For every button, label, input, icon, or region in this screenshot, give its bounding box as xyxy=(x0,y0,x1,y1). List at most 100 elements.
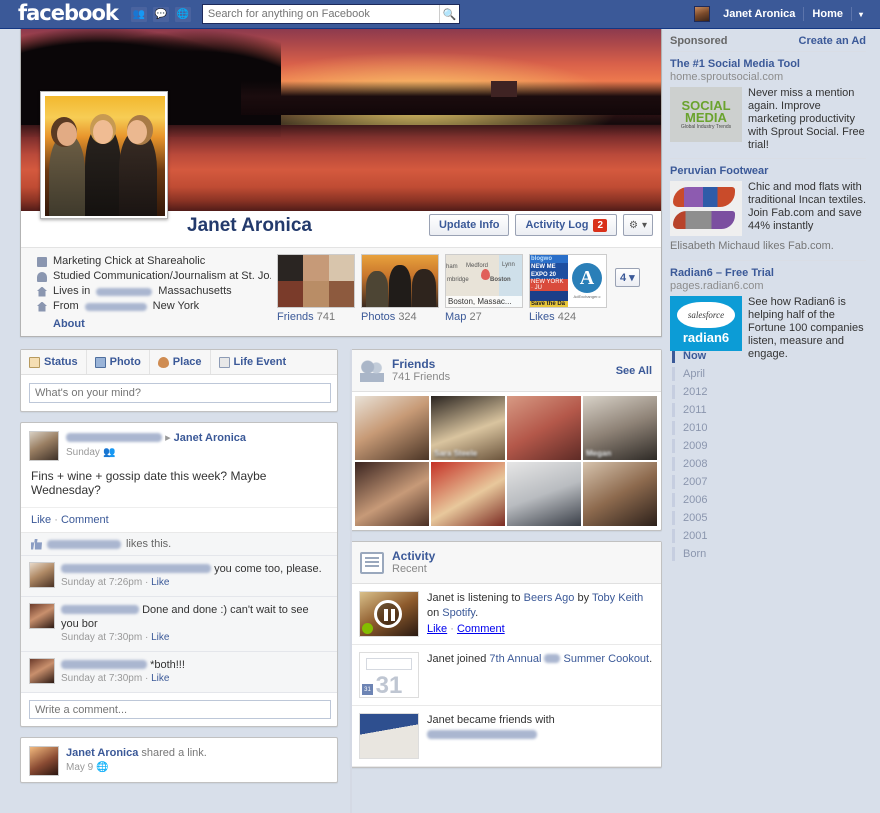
search-icon[interactable]: 🔍 xyxy=(439,5,459,23)
friend-requests-icon[interactable]: 👥 xyxy=(130,6,148,23)
composer-tab-life-event[interactable]: Life Event xyxy=(211,350,295,374)
album-art[interactable] xyxy=(359,591,419,637)
avatar[interactable] xyxy=(29,746,59,776)
avatar[interactable] xyxy=(29,603,55,629)
tile-friends[interactable]: Friends 741 xyxy=(277,254,355,323)
year-nav-2007[interactable]: 2007 xyxy=(672,473,758,491)
comment-meta: Sunday at 7:30pm · Like xyxy=(61,672,329,686)
year-nav-2001[interactable]: 2001 xyxy=(672,527,758,545)
ad-image[interactable] xyxy=(670,181,742,236)
event-link-tail[interactable]: Summer Cookout xyxy=(564,653,650,665)
activity-comment-button[interactable]: Comment xyxy=(457,623,505,635)
year-nav-2010[interactable]: 2010 xyxy=(672,419,758,437)
post-target-name[interactable]: Janet Aronica xyxy=(174,432,246,444)
profile-header-card: Janet Aronica Update Info Activity Log 2… xyxy=(20,29,662,337)
post-like-button[interactable]: Like xyxy=(31,514,51,526)
friend-cell[interactable] xyxy=(355,462,429,526)
spotify-app-link[interactable]: Spotify xyxy=(442,607,475,619)
ad-item[interactable]: Radian6 – Free Trial pages.radian6.com s… xyxy=(670,260,866,367)
friend-cell[interactable] xyxy=(507,396,581,460)
friend-cell[interactable]: Megan xyxy=(583,396,657,460)
year-nav-2006[interactable]: 2006 xyxy=(672,491,758,509)
timeline-spine xyxy=(350,349,352,813)
salesforce-logo: salesforce xyxy=(677,302,735,328)
friends-box-title[interactable]: Friends xyxy=(392,357,450,371)
ad-item[interactable]: Peruvian Footwear Chic and mod flats wit… xyxy=(670,158,866,260)
tile-map[interactable]: Medford Lynn Boston mbridge ham Boston, … xyxy=(445,254,523,323)
likes-ad-left: blogwo NEW ME EXPO 20 NEW YORK · JU Save… xyxy=(530,255,568,307)
comment-like-button[interactable]: Like xyxy=(151,577,169,588)
profile-name-link[interactable]: Janet Aronica xyxy=(715,8,803,20)
write-comment-input[interactable] xyxy=(29,700,331,719)
ad-title[interactable]: Radian6 – Free Trial xyxy=(670,266,866,280)
messages-icon[interactable]: 💬 xyxy=(152,6,170,23)
avatar[interactable] xyxy=(29,431,59,461)
ad-image-text-media: MEDIA xyxy=(685,112,727,124)
update-info-button[interactable]: Update Info xyxy=(429,214,510,236)
year-nav-born[interactable]: Born xyxy=(672,545,758,563)
artist-link[interactable]: Toby Keith xyxy=(592,592,643,604)
post-comment-button[interactable]: Comment xyxy=(61,514,109,526)
composer-tab-status[interactable]: Status xyxy=(21,350,87,374)
timeline-year-nav: Now April 2012 2011 2010 2009 2008 2007 xyxy=(672,347,758,563)
ad-image[interactable]: salesforce radian6 xyxy=(670,296,742,351)
tile-likes[interactable]: blogwo NEW ME EXPO 20 NEW YORK · JU Save… xyxy=(529,254,607,323)
song-link[interactable]: Beers Ago xyxy=(524,592,575,604)
profile-name-row: Janet Aronica Update Info Activity Log 2… xyxy=(21,211,661,247)
friend-cell[interactable] xyxy=(431,462,505,526)
comment-like-button[interactable]: Like xyxy=(151,632,169,643)
activity-log-button[interactable]: Activity Log 2 xyxy=(515,214,617,236)
friend-cell[interactable] xyxy=(507,462,581,526)
post-timestamp[interactable]: Sunday xyxy=(66,447,100,458)
composer-tab-place[interactable]: Place xyxy=(150,350,211,374)
friend-cell[interactable] xyxy=(355,396,429,460)
year-nav-2008[interactable]: 2008 xyxy=(672,455,758,473)
home-link[interactable]: Home xyxy=(804,8,851,20)
year-nav-april[interactable]: April xyxy=(672,365,758,383)
post-author-name[interactable]: Janet Aronica xyxy=(66,747,138,759)
tile-likes-caption: Likes 424 xyxy=(529,311,607,323)
pause-icon[interactable] xyxy=(374,600,402,628)
year-nav-2009[interactable]: 2009 xyxy=(672,437,758,455)
profile-picture[interactable] xyxy=(40,91,168,219)
post-timestamp[interactable]: May 9 xyxy=(66,762,93,773)
year-nav-2005[interactable]: 2005 xyxy=(672,509,758,527)
notifications-icon[interactable]: 🌐 xyxy=(174,6,192,23)
account-menu-caret-icon[interactable]: ▾ xyxy=(852,10,870,19)
comment-like-button[interactable]: Like xyxy=(151,673,169,684)
facebook-logo[interactable]: facebook xyxy=(18,1,118,25)
map-label-boston: Boston xyxy=(490,277,511,283)
ad-title[interactable]: The #1 Social Media Tool xyxy=(670,57,866,71)
comment-body: Done and done :) can't wait to see you b… xyxy=(61,603,329,645)
year-nav-2012[interactable]: 2012 xyxy=(672,383,758,401)
about-link[interactable]: About xyxy=(37,314,271,330)
composer-tab-photo[interactable]: Photo xyxy=(87,350,150,374)
user-avatar-mini[interactable] xyxy=(694,6,710,22)
activity-like-button[interactable]: Like xyxy=(427,623,447,635)
search-input[interactable] xyxy=(202,4,460,24)
tile-photos[interactable]: Photos 324 xyxy=(361,254,439,323)
create-an-ad-link[interactable]: Create an Ad xyxy=(799,35,866,47)
year-nav-2011[interactable]: 2011 xyxy=(672,401,758,419)
event-link[interactable]: 7th Annual xyxy=(489,653,541,665)
profile-picture-image xyxy=(45,96,165,216)
status-input[interactable] xyxy=(29,383,331,403)
ad-image[interactable]: SOCIAL MEDIA Global Industry Trends xyxy=(670,87,742,142)
friends-see-all-link[interactable]: See All xyxy=(616,365,652,377)
settings-button[interactable]: ⚙ ▾ xyxy=(623,214,653,236)
year-label: 2012 xyxy=(683,386,707,398)
composer-tabs: Status Photo Place Life Event xyxy=(21,350,337,375)
ad-item[interactable]: The #1 Social Media Tool home.sproutsoci… xyxy=(670,51,866,158)
avatar[interactable] xyxy=(29,562,55,588)
avatar[interactable] xyxy=(29,658,55,684)
calendar-thumbnail[interactable]: 31 31 xyxy=(359,652,419,698)
friend-thumbnail[interactable] xyxy=(359,713,419,759)
more-tiles-button[interactable]: 4 ▾ xyxy=(615,268,640,287)
cover-treeline-right xyxy=(241,81,661,115)
activity-box-title[interactable]: Activity xyxy=(392,549,435,563)
redacted-friend-name xyxy=(510,449,578,458)
friend-cell[interactable] xyxy=(583,462,657,526)
friend-cell[interactable]: Sara Steele xyxy=(431,396,505,460)
activity-text: Janet is listening to Beers Ago by Toby … xyxy=(427,591,653,621)
ad-title[interactable]: Peruvian Footwear xyxy=(670,164,866,178)
